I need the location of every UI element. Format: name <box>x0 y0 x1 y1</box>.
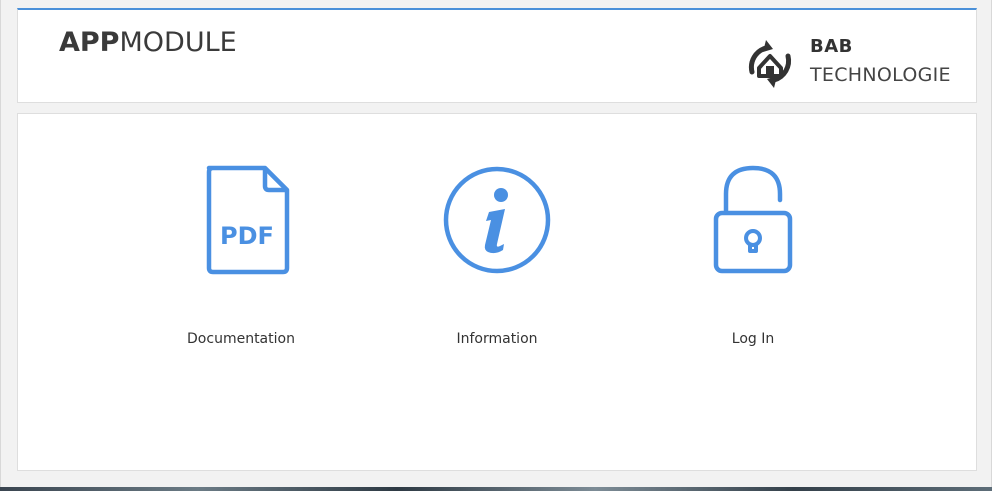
app-window: APPMODULE BAB TECHNOLOGIE PDF Documentat… <box>0 0 992 487</box>
pdf-document-icon: PDF <box>206 165 290 275</box>
app-title-bold: APP <box>59 27 120 58</box>
information-label: Information <box>456 331 538 347</box>
brand-subtitle: TECHNOLOGIE <box>810 64 951 86</box>
log-in-label: Log In <box>731 331 775 347</box>
info-icon <box>443 166 551 274</box>
information-button[interactable]: Information <box>407 160 587 347</box>
desktop-background <box>0 487 992 491</box>
house-cycle-icon <box>748 40 792 88</box>
header: APPMODULE BAB TECHNOLOGIE <box>17 8 977 103</box>
main-panel: PDF Documentation Information Log In <box>17 113 977 471</box>
documentation-button[interactable]: PDF Documentation <box>151 160 331 347</box>
brand-logo: BAB TECHNOLOGIE <box>740 30 960 90</box>
log-in-button[interactable]: Log In <box>663 160 843 347</box>
documentation-label: Documentation <box>187 331 295 347</box>
app-title: APPMODULE <box>59 26 237 60</box>
unlocked-padlock-icon <box>713 165 793 274</box>
pdf-icon-text: PDF <box>220 222 274 250</box>
app-title-regular: MODULE <box>119 27 237 58</box>
brand-name: BAB <box>810 36 853 57</box>
